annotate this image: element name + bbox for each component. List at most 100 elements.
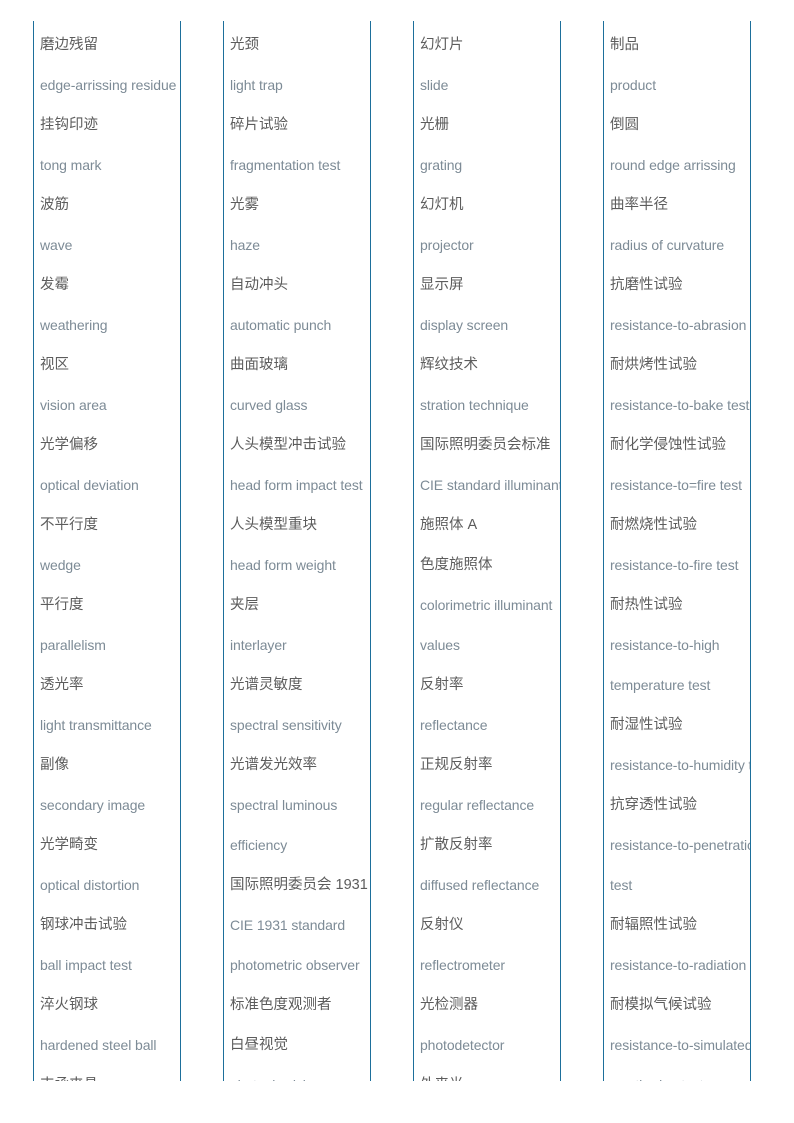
term-english: grating	[420, 157, 463, 173]
term-chinese: 光学畸变	[40, 837, 98, 853]
term-english: wave	[40, 237, 73, 253]
glossary-entry: 不平行度 wedge	[40, 505, 180, 585]
glossary-entry: 辉纹技术 stration technique	[420, 345, 560, 425]
term-english: round edge arrissing	[610, 157, 736, 173]
term-english: head form impact test	[230, 477, 363, 493]
term-english: haze	[230, 237, 260, 253]
term-english: resistance-to-humidity test	[610, 757, 750, 773]
glossary-entry: 副像 secondary image	[40, 745, 180, 825]
term-english: efficiency	[230, 837, 288, 853]
term-english: slide	[420, 77, 449, 93]
term-chinese: 光颈	[230, 37, 259, 53]
term-english: ball impact test	[40, 957, 132, 973]
glossary-entry: 视区 vision area	[40, 345, 180, 425]
term-chinese: 耐燃烧性试验	[610, 517, 697, 533]
glossary-entry: 施照体 A	[420, 505, 560, 545]
term-english: CIE 1931 standard	[230, 917, 346, 933]
term-chinese: 正规反射率	[420, 757, 493, 773]
term-chinese: 不平行度	[40, 517, 98, 533]
term-chinese: 钢球冲击试验	[40, 917, 127, 933]
term-english: optical distortion	[40, 877, 140, 893]
glossary-entry: 显示屏 display screen	[420, 265, 560, 345]
term-chinese: 曲率半径	[610, 197, 668, 213]
term-chinese: 人头模型冲击试验	[230, 437, 346, 453]
term-english: weathering	[40, 317, 108, 333]
term-english: resistance-to-simulated	[610, 1037, 751, 1053]
term-english: head form weight	[230, 557, 336, 573]
term-chinese: 显示屏	[420, 277, 464, 293]
term-chinese: 反射率	[420, 677, 464, 693]
term-chinese: 耐辐照性试验	[610, 917, 697, 933]
term-chinese: 抗穿透性试验	[610, 797, 697, 813]
glossary-entry: 光谱灵敏度 spectral sensitivity	[230, 665, 370, 745]
term-english: resistance-to-bake test	[610, 397, 750, 413]
glossary-entry: 波筋 wave	[40, 185, 180, 265]
term-english: curved glass	[230, 397, 308, 413]
glossary-entry: 倒圆 round edge arrissing	[610, 105, 750, 185]
term-chinese: 支承夹具	[40, 1065, 180, 1081]
glossary-entry: 幻灯片 slide	[420, 25, 560, 105]
term-english: photodetector	[420, 1037, 505, 1053]
glossary-entry: 曲面玻璃 curved glass	[230, 345, 370, 425]
term-english: wedge	[40, 557, 81, 573]
glossary-column: 磨边残留 edge-arrissing residue 挂钩印迹 tong mark 波…	[33, 21, 181, 1081]
term-chinese: 反射仪	[420, 917, 464, 933]
glossary-entry: 挂钩印迹 tong mark	[40, 105, 180, 185]
glossary-entry: 耐辐照性试验 resistance-to-radiation test	[610, 905, 750, 985]
term-english: secondary image	[40, 797, 146, 813]
glossary-entry: 幻灯机 projector	[420, 185, 560, 265]
term-chinese: 光谱发光效率	[230, 757, 317, 773]
glossary-entry: 抗磨性试验 resistance-to-abrasion test	[610, 265, 750, 345]
term-chinese: 耐模拟气候试验	[610, 997, 712, 1013]
term-chinese: 耐热性试验	[610, 597, 683, 613]
glossary-entry: 制品 product	[610, 25, 750, 105]
glossary-entry: 耐烘烤性试验 resistance-to-bake test	[610, 345, 750, 425]
glossary-entry: 平行度 parallelism	[40, 585, 180, 665]
term-english: test	[610, 877, 633, 893]
term-english: parallelism	[40, 637, 106, 653]
term-english: photopic vision	[230, 1065, 370, 1081]
term-chinese: 碎片试验	[230, 117, 288, 133]
term-english: radius of curvature	[610, 237, 725, 253]
term-chinese: 光谱灵敏度	[230, 677, 303, 693]
term-chinese: 光学偏移	[40, 437, 98, 453]
glossary-entry: 国际照明委员会 1931 CIE 1931 standard photometric…	[230, 865, 370, 985]
glossary-entry: 曲率半径 radius of curvature	[610, 185, 750, 265]
term-english: interlayer	[230, 637, 287, 653]
term-english: diffused reflectance	[420, 877, 540, 893]
glossary-entry: 光颈 light trap	[230, 25, 370, 105]
term-chinese: 色度施照体	[420, 557, 493, 573]
glossary-entry: 光检测器 photodetector	[420, 985, 560, 1065]
glossary-entry: 钢球冲击试验 ball impact test	[40, 905, 180, 985]
glossary-entry: 光栅 grating	[420, 105, 560, 185]
term-english: spectral luminous	[230, 797, 338, 813]
term-english: weathering test	[610, 1065, 750, 1081]
glossary-entry: 淬火钢球 hardened steel ball	[40, 985, 180, 1065]
glossary-entry: 耐化学侵蚀性试验 resistance-to=fire test	[610, 425, 750, 505]
term-english: resistance-to-abrasion test	[610, 317, 750, 333]
term-english: resistance-to-penetration	[610, 837, 751, 853]
term-chinese: 抗磨性试验	[610, 277, 683, 293]
term-english: hardened steel ball	[40, 1037, 157, 1053]
glossary-column: 制品 product 倒圆 round edge arrissing 曲率半径 radiu…	[603, 21, 751, 1081]
term-english: light transmittance	[40, 717, 152, 733]
term-english: values	[420, 637, 460, 653]
glossary-entry: 磨边残留 edge-arrissing residue	[40, 25, 180, 105]
term-english: fragmentation test	[230, 157, 341, 173]
term-chinese: 光栅	[420, 117, 449, 133]
term-english: display screen	[420, 317, 509, 333]
glossary-entry: 光学畸变 optical distortion	[40, 825, 180, 905]
term-english: resistance-to-fire test	[610, 557, 739, 573]
term-chinese: 光检测器	[420, 997, 478, 1013]
term-chinese: 施照体 A	[420, 517, 478, 533]
glossary-page: 磨边残留 edge-arrissing residue 挂钩印迹 tong mark 波…	[0, 0, 794, 1123]
term-chinese: 倒圆	[610, 117, 639, 133]
glossary-column: 幻灯片 slide 光栅 grating 幻灯机 projector 显示屏 display …	[413, 21, 561, 1081]
glossary-columns: 磨边残留 edge-arrissing residue 挂钩印迹 tong mark 波…	[33, 21, 755, 1081]
glossary-column: 光颈 light trap 碎片试验 fragmentation test 光雾 haze…	[223, 21, 371, 1081]
glossary-entry: 人头模型重块 head form weight	[230, 505, 370, 585]
term-english: tong mark	[40, 157, 102, 173]
term-english: product	[610, 77, 656, 93]
term-english: vision area	[40, 397, 107, 413]
term-chinese: 标准色度观测者	[230, 997, 332, 1013]
